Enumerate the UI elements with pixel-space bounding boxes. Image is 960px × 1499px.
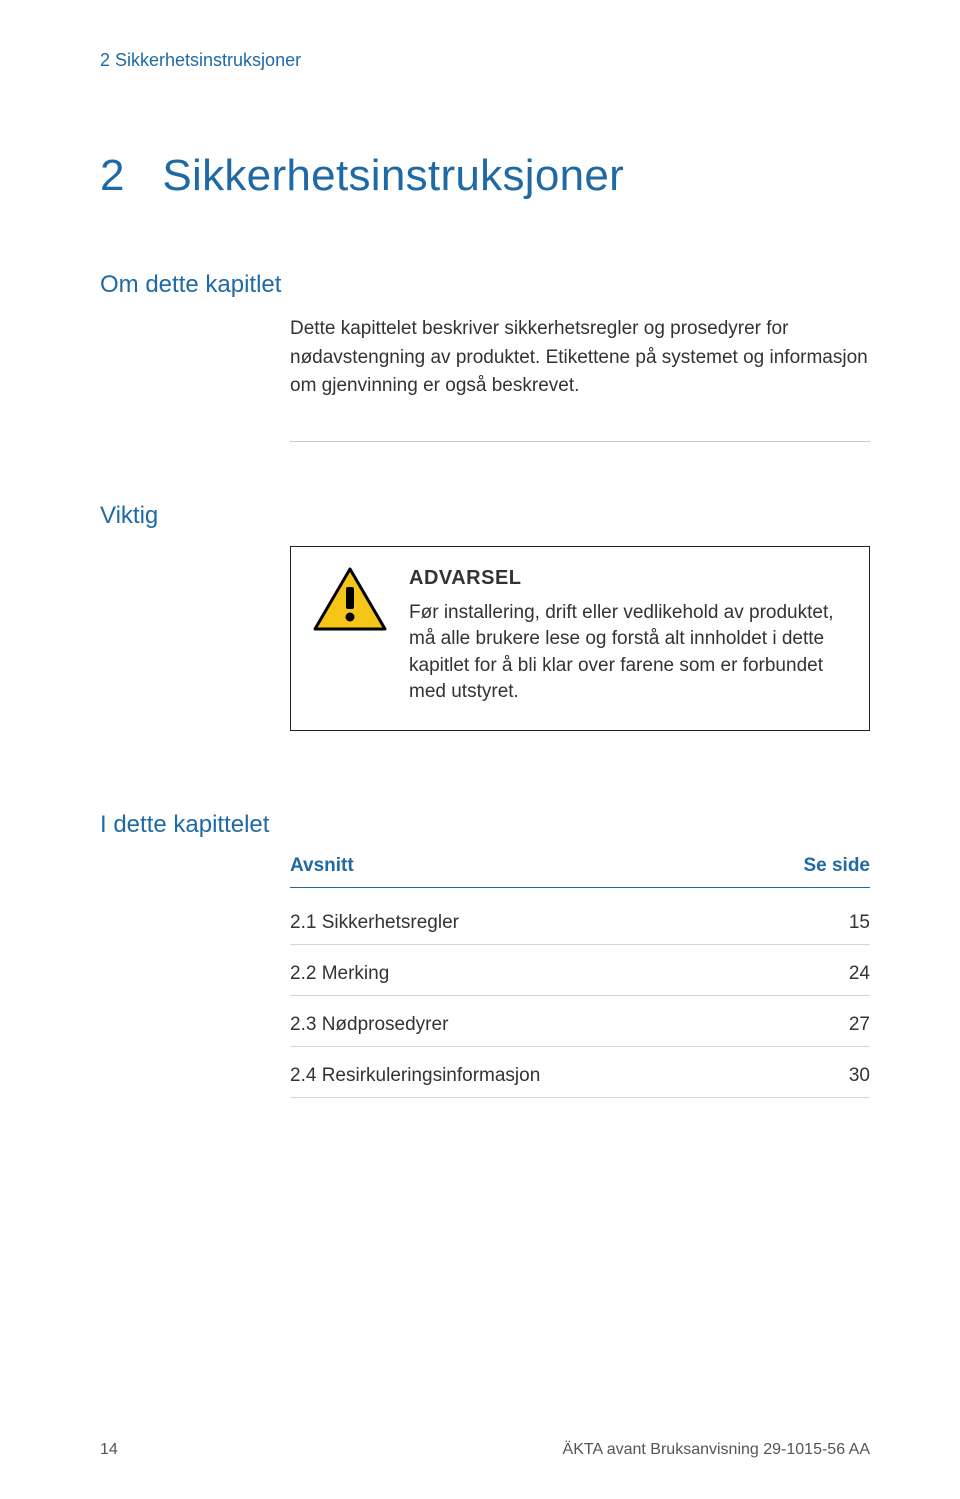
chapter-title: 2 Sikkerhetsinstruksjoner: [100, 151, 870, 201]
toc-col-page: Se side: [803, 855, 870, 877]
toc-row-page: 15: [849, 912, 870, 934]
toc-row-page: 24: [849, 963, 870, 985]
toc-row[interactable]: 2.2 Merking 24: [290, 945, 870, 996]
toc-row[interactable]: 2.1 Sikkerhetsregler 15: [290, 894, 870, 945]
toc-header-row: Avsnitt Se side: [290, 855, 870, 888]
toc-col-section: Avsnitt: [290, 855, 354, 877]
section-heading-about: Om dette kapitlet: [100, 271, 870, 299]
section-heading-toc: I dette kapittelet: [100, 811, 870, 839]
toc-row-label: 2.3 Nødprosedyrer: [290, 1014, 448, 1036]
section-important: Viktig ADVARSEL Før installering, drift …: [100, 502, 870, 731]
toc-row-page: 30: [849, 1065, 870, 1087]
chapter-name: Sikkerhetsinstruksjoner: [162, 151, 624, 200]
warning-title: ADVARSEL: [409, 567, 847, 590]
toc-row-page: 27: [849, 1014, 870, 1036]
toc-row[interactable]: 2.3 Nødprosedyrer 27: [290, 996, 870, 1047]
footer-doc-id: ÄKTA avant Bruksanvisning 29-1015-56 AA: [563, 1441, 870, 1459]
section-about: Om dette kapitlet Dette kapittelet beskr…: [100, 271, 870, 442]
warning-body: Før installering, drift eller vedlikehol…: [409, 600, 847, 706]
toc-row-label: 2.1 Sikkerhetsregler: [290, 912, 459, 934]
page-footer: 14 ÄKTA avant Bruksanvisning 29-1015-56 …: [100, 1441, 870, 1459]
divider: [290, 441, 870, 442]
footer-page-number: 14: [100, 1441, 118, 1459]
document-page: 2 Sikkerhetsinstruksjoner 2 Sikkerhetsin…: [0, 0, 960, 1499]
breadcrumb: 2 Sikkerhetsinstruksjoner: [100, 50, 870, 71]
chapter-number: 2: [100, 151, 125, 200]
toc-row[interactable]: 2.4 Resirkuleringsinformasjon 30: [290, 1047, 870, 1098]
section-toc: I dette kapittelet Avsnitt Se side 2.1 S…: [100, 811, 870, 1098]
warning-box: ADVARSEL Før installering, drift eller v…: [290, 546, 870, 731]
section-heading-important: Viktig: [100, 502, 870, 530]
warning-content: ADVARSEL Før installering, drift eller v…: [409, 567, 847, 706]
toc-row-label: 2.4 Resirkuleringsinformasjon: [290, 1065, 540, 1087]
paragraph-about: Dette kapittelet beskriver sikkerhetsreg…: [290, 315, 870, 401]
warning-icon: [313, 567, 387, 638]
toc-row-label: 2.2 Merking: [290, 963, 389, 985]
